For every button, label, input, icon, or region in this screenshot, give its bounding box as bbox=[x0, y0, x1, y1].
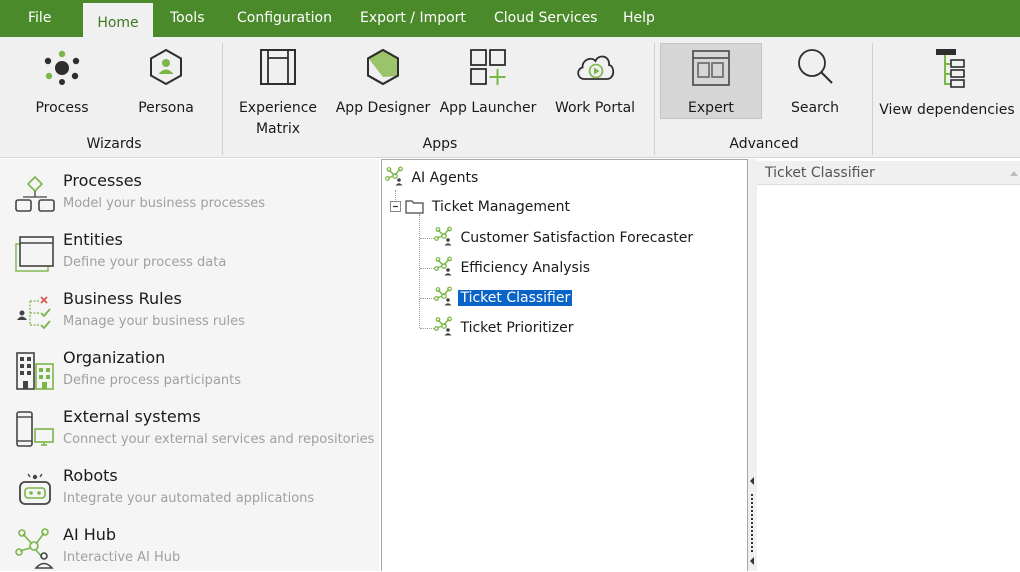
ribbon-separator bbox=[654, 43, 655, 155]
tree-item-ticket-classifier[interactable]: Ticket Classifier bbox=[434, 286, 573, 308]
experience-matrix-icon bbox=[260, 49, 296, 85]
ai-hub-icon bbox=[15, 528, 54, 569]
menu-cloud-services[interactable]: Cloud Services bbox=[494, 0, 597, 37]
detail-title: Ticket Classifier bbox=[765, 165, 875, 181]
nav-subtitle: Integrate your automated applications bbox=[63, 491, 315, 506]
persona-wizard-button[interactable]: Persona bbox=[124, 37, 208, 119]
tree-connector bbox=[419, 214, 420, 328]
app-designer-label: App Designer bbox=[335, 100, 431, 116]
collapse-left-arrow-icon[interactable] bbox=[750, 557, 754, 565]
ai-agent-icon bbox=[434, 256, 452, 276]
ai-agent-icon bbox=[434, 316, 452, 336]
nav-title: Entities bbox=[63, 230, 123, 249]
ai-agent-icon bbox=[434, 286, 452, 306]
left-navigation: Processes Model your business processes … bbox=[0, 159, 379, 571]
tree-folder-ticket-management[interactable]: Ticket Management bbox=[390, 196, 572, 218]
organization-icon bbox=[16, 352, 54, 390]
nav-item-ai-hub[interactable]: AI Hub Interactive AI Hub bbox=[0, 513, 379, 572]
nav-subtitle: Interactive AI Hub bbox=[63, 550, 181, 565]
business-rules-icon bbox=[17, 296, 51, 330]
dependency-tree-icon bbox=[936, 49, 965, 88]
detail-pane: Ticket Classifier bbox=[757, 159, 1020, 571]
nav-item-business-rules[interactable]: Business Rules Manage your business rule… bbox=[0, 277, 379, 336]
ribbon-separator bbox=[872, 43, 873, 155]
process-wizard-button[interactable]: Process bbox=[20, 37, 104, 119]
tree-connector bbox=[420, 298, 434, 299]
persona-icon bbox=[150, 48, 182, 86]
nav-item-organization[interactable]: Organization Define process participants bbox=[0, 336, 379, 395]
nav-subtitle: Model your business processes bbox=[63, 196, 266, 211]
work-portal-label: Work Portal bbox=[554, 100, 636, 116]
nav-subtitle: Define process participants bbox=[63, 373, 242, 388]
pane-splitter[interactable] bbox=[748, 159, 757, 571]
menu-help[interactable]: Help bbox=[623, 0, 655, 37]
search-icon bbox=[798, 49, 833, 84]
nav-subtitle: Manage your business rules bbox=[63, 314, 245, 329]
expert-label: Expert bbox=[688, 100, 734, 116]
app-designer-icon bbox=[367, 48, 399, 86]
process-label: Process bbox=[35, 100, 89, 116]
wizards-group-label: Wizards bbox=[86, 136, 142, 152]
view-dependencies-button[interactable]: View dependencies bbox=[878, 37, 1016, 119]
app-designer-button[interactable]: App Designer bbox=[334, 37, 432, 119]
nav-title: Processes bbox=[63, 171, 142, 190]
detail-header: Ticket Classifier bbox=[757, 161, 1020, 185]
tree-connector bbox=[420, 268, 434, 269]
apps-group-label: Apps bbox=[422, 136, 458, 152]
ai-agent-icon bbox=[385, 166, 403, 186]
nav-title: Robots bbox=[63, 466, 118, 485]
menu-export-import[interactable]: Export / Import bbox=[360, 0, 466, 37]
ribbon-separator bbox=[222, 43, 223, 155]
app-launcher-button[interactable]: App Launcher bbox=[438, 37, 538, 119]
search-button[interactable]: Search bbox=[770, 37, 860, 119]
view-dependencies-label: View dependencies bbox=[879, 102, 1015, 118]
splitter-grip[interactable] bbox=[751, 494, 753, 554]
app-launcher-label: App Launcher bbox=[439, 100, 537, 116]
menu-home[interactable]: Home bbox=[83, 3, 153, 37]
cloud-play-icon bbox=[577, 55, 615, 80]
tree-connector bbox=[420, 328, 434, 329]
nav-title: Business Rules bbox=[63, 289, 182, 308]
ai-agent-icon bbox=[434, 226, 452, 246]
robot-icon bbox=[19, 473, 51, 505]
persona-label: Persona bbox=[138, 100, 194, 116]
nav-item-entities[interactable]: Entities Define your process data bbox=[0, 218, 379, 277]
nav-subtitle: Connect your external services and repos… bbox=[63, 432, 375, 447]
work-portal-button[interactable]: Work Portal bbox=[548, 37, 642, 119]
external-systems-icon bbox=[16, 411, 54, 447]
tree-root-ai-agents[interactable]: AI Agents bbox=[385, 166, 480, 188]
folder-icon bbox=[405, 200, 425, 214]
tree-item-customer-satisfaction-forecaster[interactable]: Customer Satisfaction Forecaster bbox=[434, 226, 695, 248]
expert-icon bbox=[692, 50, 730, 86]
menu-configuration[interactable]: Configuration bbox=[237, 0, 332, 37]
scroll-up-icon[interactable] bbox=[1010, 171, 1018, 176]
expert-button[interactable]: Expert bbox=[660, 43, 762, 119]
search-label: Search bbox=[790, 100, 840, 116]
nav-item-external-systems[interactable]: External systems Connect your external s… bbox=[0, 395, 379, 454]
app-launcher-icon bbox=[470, 49, 506, 85]
menu-tools[interactable]: Tools bbox=[170, 0, 205, 37]
experience-matrix-label: Experience Matrix bbox=[238, 100, 318, 137]
process-wizard-icon bbox=[44, 50, 80, 85]
advanced-group-label: Advanced bbox=[729, 136, 799, 152]
nav-title: Organization bbox=[63, 348, 166, 367]
nav-subtitle: Define your process data bbox=[63, 255, 227, 270]
collapse-toggle-icon[interactable] bbox=[390, 201, 401, 212]
processes-icon bbox=[15, 175, 55, 212]
nav-title: External systems bbox=[63, 407, 201, 426]
agent-tree: AI Agents Ticket Management Customer Sat… bbox=[381, 159, 748, 571]
experience-matrix-button[interactable]: Experience Matrix bbox=[236, 37, 320, 137]
nav-title: AI Hub bbox=[63, 525, 117, 544]
tree-connector bbox=[420, 238, 434, 239]
entities-icon bbox=[15, 236, 54, 272]
menu-file[interactable]: File bbox=[28, 0, 51, 37]
collapse-left-arrow-icon[interactable] bbox=[750, 477, 754, 485]
menu-bar: File Home Tools Configuration Export / I… bbox=[0, 0, 1020, 37]
nav-item-robots[interactable]: Robots Integrate your automated applicat… bbox=[0, 454, 379, 513]
tree-item-efficiency-analysis[interactable]: Efficiency Analysis bbox=[434, 256, 592, 278]
tree-item-ticket-prioritizer[interactable]: Ticket Prioritizer bbox=[434, 316, 575, 338]
nav-item-processes[interactable]: Processes Model your business processes bbox=[0, 159, 379, 218]
ribbon: Process Persona Wizards Experience Matri… bbox=[0, 37, 1020, 158]
